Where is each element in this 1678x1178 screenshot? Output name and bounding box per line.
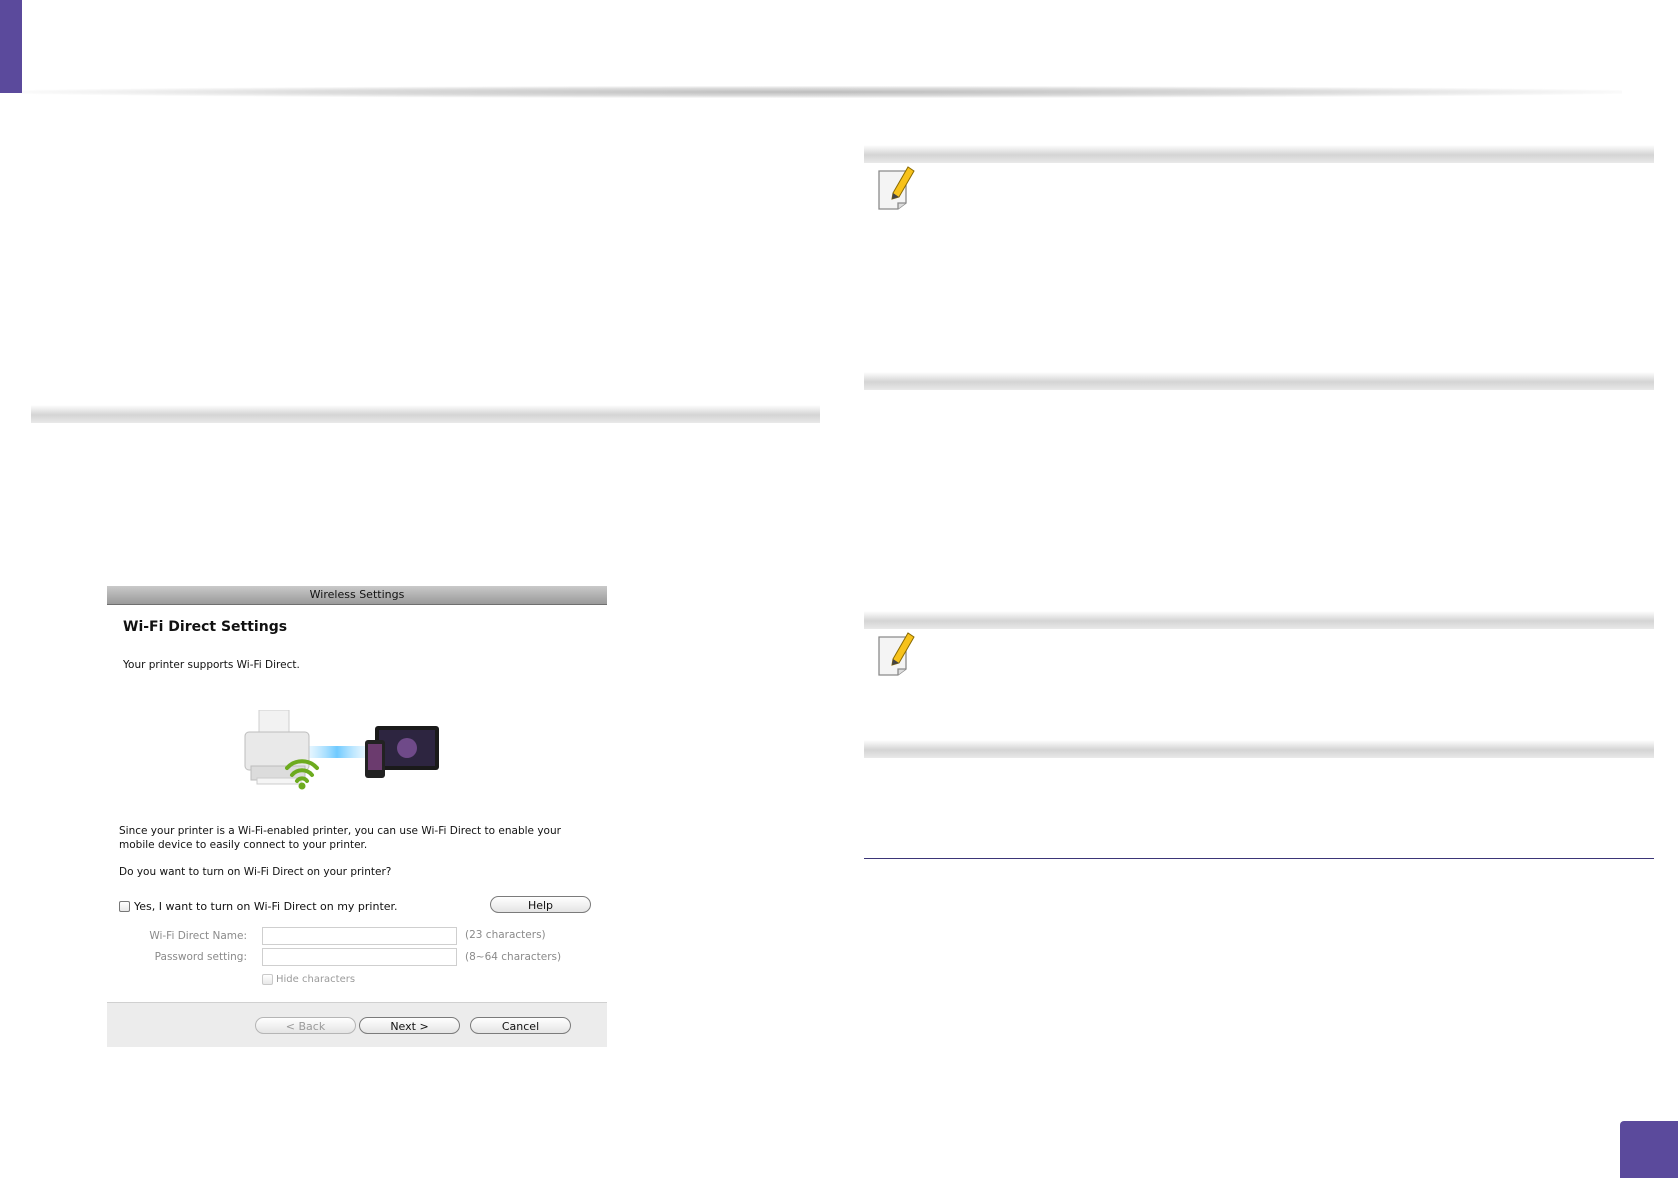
dialog-heading: Wi-Fi Direct Settings <box>123 619 288 635</box>
footer-rule <box>864 858 1654 859</box>
hide-characters-row[interactable]: Hide characters <box>262 974 355 985</box>
note-band-2 <box>864 611 1654 629</box>
wifi-direct-question: Do you want to turn on Wi-Fi Direct on y… <box>119 866 392 878</box>
password-setting-hint: (8~64 characters) <box>465 951 562 963</box>
hide-characters-label[interactable]: Hide characters <box>276 974 355 985</box>
section-band-right-2 <box>864 740 1654 758</box>
mobile-devices-icon <box>365 726 439 778</box>
wifi-direct-illustration <box>237 709 447 798</box>
enable-wifi-direct-label[interactable]: Yes, I want to turn on Wi-Fi Direct on m… <box>134 900 398 913</box>
supports-text: Your printer supports Wi-Fi Direct. <box>123 659 300 671</box>
wifi-direct-name-hint: (23 characters) <box>465 929 546 941</box>
chapter-accent-bar <box>0 0 22 93</box>
dialog-button-bar: < Back Next > Cancel <box>107 1002 607 1047</box>
header-rule <box>22 86 1622 98</box>
dialog-title-bar: Wireless Settings <box>107 586 607 605</box>
help-button[interactable]: Help <box>490 896 591 913</box>
back-button[interactable]: < Back <box>255 1017 356 1034</box>
hide-characters-checkbox[interactable] <box>262 974 273 985</box>
note-pencil-icon <box>876 163 918 211</box>
password-setting-input[interactable] <box>262 948 457 966</box>
section-band-right-1 <box>864 372 1654 390</box>
note-band-1 <box>864 145 1654 163</box>
cancel-button[interactable]: Cancel <box>470 1017 571 1034</box>
enable-wifi-direct-checkbox[interactable] <box>119 900 130 912</box>
next-button[interactable]: Next > <box>359 1017 460 1034</box>
wifi-direct-name-input[interactable] <box>262 927 457 945</box>
wifi-direct-name-label: Wi-Fi Direct Name: <box>149 930 247 942</box>
wifi-direct-description: Since your printer is a Wi-Fi-enabled pr… <box>119 825 561 851</box>
wireless-settings-dialog: Wireless Settings Wi-Fi Direct Settings … <box>107 586 607 1047</box>
printer-icon <box>244 709 310 785</box>
note-pencil-icon <box>876 629 918 677</box>
page-number-tab[interactable] <box>1620 1121 1678 1178</box>
section-band-left <box>31 405 820 423</box>
enable-wifi-direct-row[interactable]: Yes, I want to turn on Wi-Fi Direct on m… <box>119 898 398 914</box>
password-setting-label: Password setting: <box>154 951 247 963</box>
